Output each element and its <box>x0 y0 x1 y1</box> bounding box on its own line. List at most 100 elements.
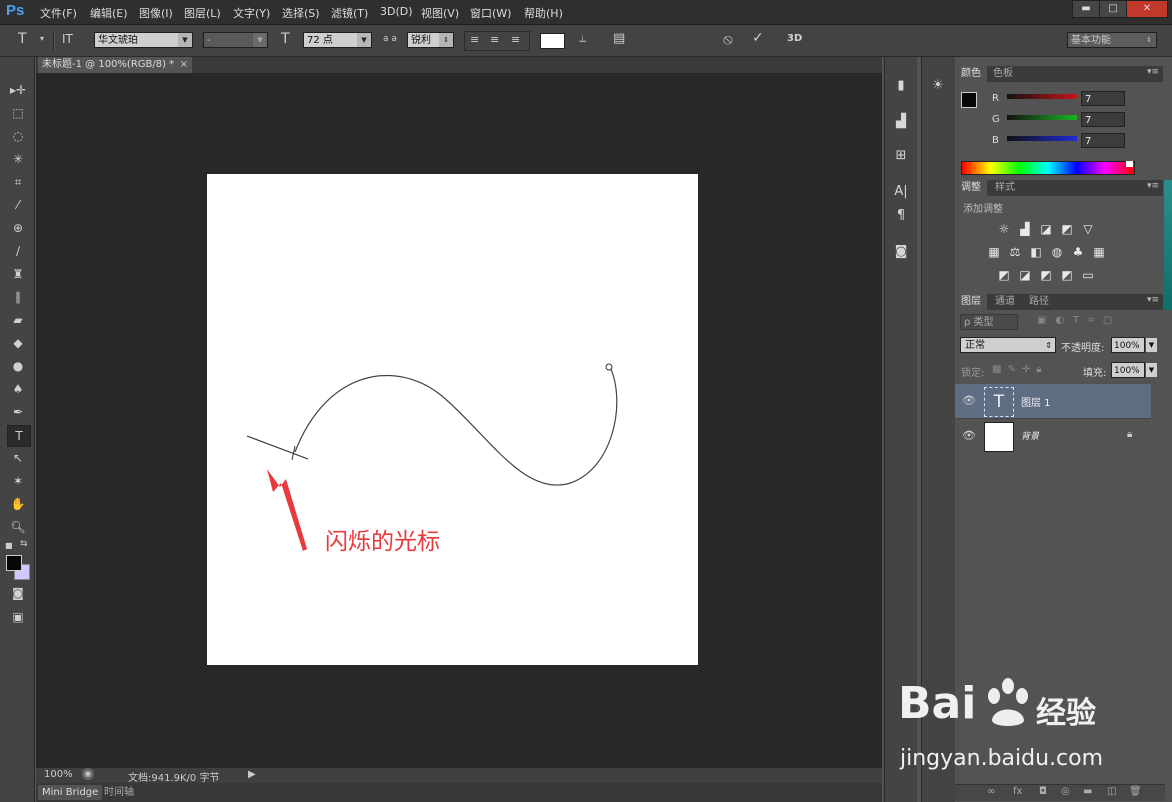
link-layers-icon[interactable]: ∞ <box>987 786 995 797</box>
layer-name[interactable]: 背景 <box>1021 429 1039 442</box>
menu-view[interactable]: 视图(V) <box>421 5 459 21</box>
opacity-field[interactable]: 100% <box>1111 337 1145 353</box>
menu-3d[interactable]: 3D(D) <box>380 5 413 18</box>
opacity-dropdown-icon[interactable]: ▼ <box>1146 338 1157 352</box>
tab-close-icon[interactable]: × <box>180 57 188 73</box>
layer-filter-select[interactable]: ρ 类型 <box>960 314 1018 330</box>
foreground-color-swatch[interactable] <box>6 555 22 571</box>
history-brush-tool-icon[interactable]: ∥ <box>7 287 29 307</box>
lock-icons[interactable]: ▩✎✛🔒︎ <box>992 364 1048 375</box>
visibility-eye-icon[interactable]: 👁︎ <box>962 429 976 442</box>
clone-stamp-tool-icon[interactable]: ♜ <box>7 264 29 284</box>
photo-filter-icon[interactable]: ◍ <box>1050 245 1064 259</box>
blur-tool-icon[interactable]: ● <box>7 356 29 376</box>
quick-mask-icon[interactable]: ◙ <box>7 583 29 603</box>
brightness-icon[interactable]: ☼ <box>997 222 1011 236</box>
curves-icon[interactable]: ◪ <box>1039 222 1053 236</box>
green-value-field[interactable]: 7 <box>1081 112 1125 127</box>
status-arrow-icon[interactable]: ▶ <box>248 769 256 780</box>
tab-paths[interactable]: 路径 <box>1023 294 1055 310</box>
green-slider[interactable] <box>1007 115 1077 120</box>
menu-help[interactable]: 帮助(H) <box>524 5 563 21</box>
tab-styles[interactable]: 样式 <box>989 180 1021 196</box>
tab-layers[interactable]: 图层 <box>955 294 987 310</box>
levels-icon[interactable]: ▟ <box>1018 222 1032 236</box>
crop-tool-icon[interactable]: ⌗ <box>7 172 29 192</box>
layer-row-text[interactable]: 👁︎ T 图层 1 <box>955 384 1151 418</box>
eraser-tool-icon[interactable]: ▰ <box>7 310 29 330</box>
font-size-select[interactable]: 72 点 ▼ <box>303 32 372 48</box>
fill-dropdown-icon[interactable]: ▼ <box>1146 363 1157 377</box>
selective-color-icon[interactable]: ◩ <box>1060 268 1074 282</box>
pen-tool-icon[interactable]: ✒ <box>7 402 29 422</box>
new-group-icon[interactable]: ▬ <box>1083 786 1092 797</box>
menu-layer[interactable]: 图层(L) <box>184 5 221 21</box>
trash-icon[interactable]: 🗑 <box>1129 786 1142 797</box>
red-value-field[interactable]: 7 <box>1081 91 1125 106</box>
type-tool-icon[interactable]: T <box>18 31 27 47</box>
hand-tool-icon[interactable]: ✋ <box>7 494 29 514</box>
magic-wand-tool-icon[interactable]: ✳ <box>7 149 29 169</box>
tab-color[interactable]: 颜色 <box>955 66 987 82</box>
tab-mini-bridge[interactable]: Mini Bridge <box>38 785 103 800</box>
move-tool-icon[interactable]: ▸✛ <box>7 80 29 100</box>
posterize-icon[interactable]: ◪ <box>1018 268 1032 282</box>
commit-icon[interactable]: ✓ <box>752 30 764 46</box>
gradient-map-icon[interactable]: ▭ <box>1081 268 1095 282</box>
type-tool-icon[interactable]: T <box>7 425 31 447</box>
white-swatch[interactable] <box>1126 161 1133 167</box>
swap-colors-icon[interactable]: ⇆ <box>20 539 28 549</box>
black-white-icon[interactable]: ◧ <box>1029 245 1043 259</box>
minimize-button[interactable]: ▬ <box>1072 0 1100 18</box>
blend-mode-select[interactable]: 正常 ⇕ <box>960 337 1056 353</box>
document-tab[interactable]: 未标题-1 @ 100%(RGB/8) * × <box>38 57 192 73</box>
visibility-eye-icon[interactable]: 👁︎ <box>962 394 976 407</box>
brush-tool-icon[interactable]: ∕ <box>7 241 29 261</box>
menu-select[interactable]: 选择(S) <box>282 5 320 21</box>
screen-mode-icon[interactable]: ▣ <box>7 607 29 627</box>
info-panel-icon[interactable]: ⊞ <box>891 147 911 165</box>
warp-text-icon[interactable]: ⥿ <box>579 31 586 46</box>
menu-edit[interactable]: 编辑(E) <box>90 5 128 21</box>
add-mask-icon[interactable]: ◘ <box>1039 786 1047 797</box>
color-lookup-icon[interactable]: ▦ <box>1092 245 1106 259</box>
hue-saturation-icon[interactable]: ▦ <box>987 245 1001 259</box>
blue-value-field[interactable]: 7 <box>1081 133 1125 148</box>
align-left-icon[interactable]: ≡ <box>470 33 479 46</box>
tab-channels[interactable]: 通道 <box>989 294 1021 310</box>
dodge-tool-icon[interactable]: ♠ <box>7 379 29 399</box>
cancel-icon[interactable]: ⦸ <box>723 30 733 48</box>
layer-name[interactable]: 图层 1 <box>1021 394 1051 409</box>
text-color-swatch[interactable] <box>540 33 565 49</box>
new-layer-icon[interactable]: ◫ <box>1107 786 1116 797</box>
menu-window[interactable]: 窗口(W) <box>470 5 511 21</box>
channel-mixer-icon[interactable]: ♣ <box>1071 245 1085 259</box>
color-balance-icon[interactable]: ⚖ <box>1008 245 1022 259</box>
font-style-select[interactable]: - ▼ <box>203 32 268 48</box>
tab-swatches[interactable]: 色板 <box>987 66 1019 82</box>
character-panel-icon[interactable]: A| <box>891 183 911 201</box>
menu-type[interactable]: 文字(Y) <box>233 5 270 21</box>
panel-menu-icon[interactable]: ▾≡ <box>1147 181 1159 191</box>
zoom-tool-icon[interactable]: 🔍︎ <box>7 517 29 537</box>
layer-comps-icon[interactable]: ◙ <box>891 243 911 261</box>
paragraph-panel-icon[interactable]: ¶ <box>891 207 911 225</box>
3d-button[interactable]: 3D <box>787 33 802 44</box>
shape-tool-icon[interactable]: ✶ <box>7 471 29 491</box>
color-spectrum-bar[interactable] <box>961 161 1135 175</box>
tab-adjustments[interactable]: 调整 <box>955 180 987 196</box>
panel-menu-icon[interactable]: ▾≡ <box>1147 295 1159 305</box>
adjustments-sun-icon[interactable]: ☀ <box>928 77 948 95</box>
align-right-icon[interactable]: ≡ <box>511 33 520 46</box>
vibrance-icon[interactable]: ▽ <box>1081 222 1095 236</box>
tool-preset-arrow-icon[interactable]: ▾ <box>40 34 44 43</box>
blue-slider[interactable] <box>1007 136 1077 141</box>
layer-row-background[interactable]: 👁︎ 背景 🔒︎ <box>955 418 1151 453</box>
menu-image[interactable]: 图像(I) <box>139 5 173 21</box>
panel-menu-icon[interactable]: ▾≡ <box>1147 67 1159 77</box>
eyedropper-tool-icon[interactable]: ⁄ <box>7 195 29 215</box>
close-button[interactable]: ✕ <box>1126 0 1168 18</box>
menu-file[interactable]: 文件(F) <box>40 5 77 21</box>
align-center-icon[interactable]: ≡ <box>490 33 499 46</box>
histogram-panel-icon[interactable]: ▟ <box>891 113 911 131</box>
